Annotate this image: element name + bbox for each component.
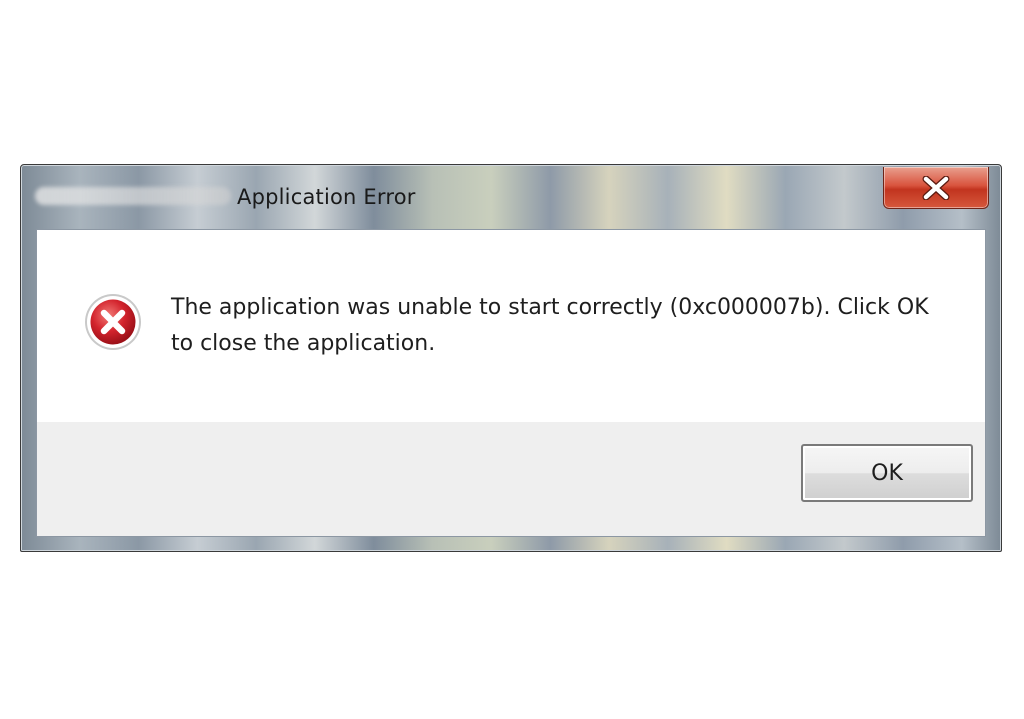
- close-x-icon: [922, 175, 950, 200]
- ok-button[interactable]: OK: [801, 444, 973, 502]
- application-error-dialog: Application Error The application was un…: [20, 164, 1002, 552]
- message-area: The application was unable to start corr…: [37, 230, 985, 422]
- blurred-executable-name: [35, 187, 231, 205]
- close-button[interactable]: [883, 167, 989, 209]
- button-bar: OK: [37, 422, 985, 536]
- dialog-body: The application was unable to start corr…: [36, 229, 986, 537]
- error-icon: [85, 294, 141, 350]
- dialog-title: Application Error: [237, 185, 416, 209]
- error-message: The application was unable to start corr…: [171, 295, 929, 356]
